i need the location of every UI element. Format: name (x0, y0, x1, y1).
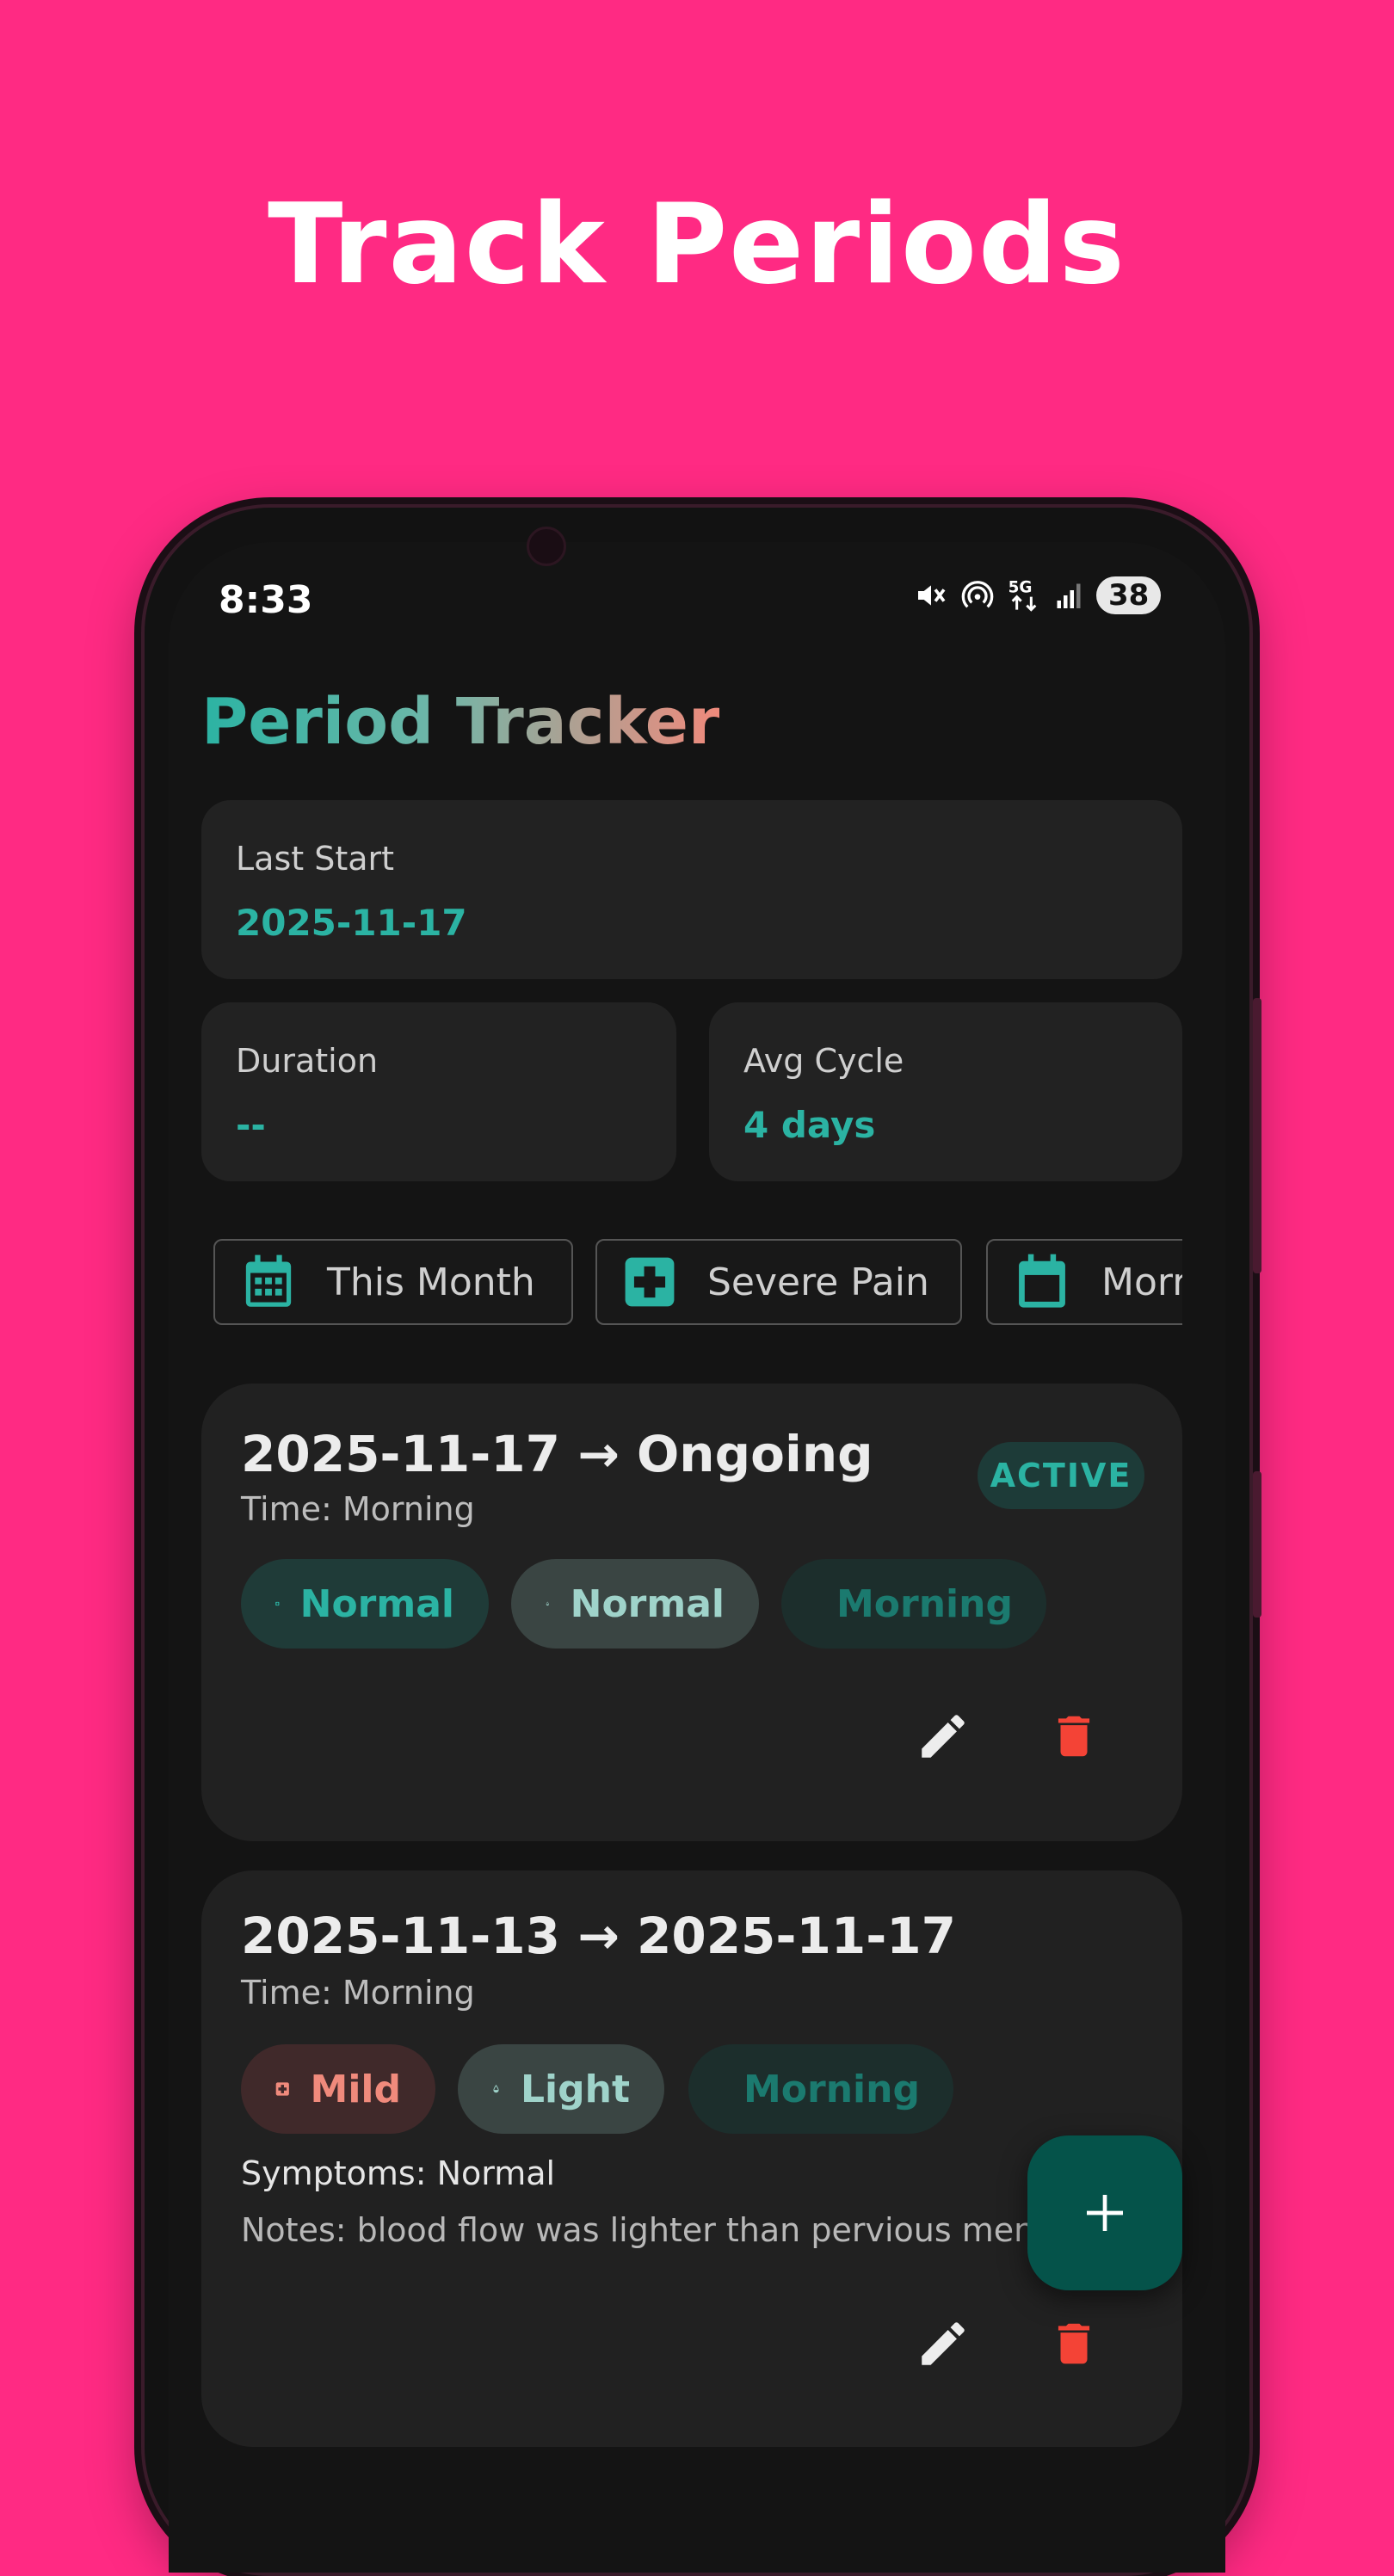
delete-button[interactable] (1039, 2309, 1108, 2378)
pencil-icon (922, 1715, 965, 1758)
promo-headline: Track Periods (268, 181, 1126, 309)
time-of-day-pill: Morning (781, 1559, 1046, 1649)
period-card[interactable]: 2025-11-17 → Ongoing ACTIVE Time: Mornin… (201, 1384, 1182, 1841)
battery-indicator: 38 (1096, 576, 1162, 614)
period-range: 2025-11-17 → Ongoing (241, 1425, 873, 1483)
symptoms-text: Symptoms: Normal (241, 2154, 556, 2192)
duration-value: -- (236, 1104, 266, 1146)
add-period-button[interactable] (1027, 2135, 1182, 2290)
filter-chip-this-month[interactable]: This Month (213, 1239, 573, 1325)
pain-pill: Normal (241, 1559, 489, 1649)
phone-side-button (1253, 998, 1261, 1273)
edit-button[interactable] (909, 1702, 978, 1771)
svg-text:5G: 5G (1008, 579, 1033, 597)
period-time: Time: Morning (241, 1490, 475, 1528)
droplet-icon (493, 2085, 499, 2093)
edit-button[interactable] (909, 2309, 978, 2378)
last-start-value: 2025-11-17 (236, 902, 467, 944)
droplet-icon (546, 1601, 549, 1606)
flow-pill: Light (458, 2044, 664, 2134)
filter-chip-label: This Month (327, 1260, 535, 1304)
status-time: 8:33 (219, 578, 313, 622)
pain-label: Mild (310, 2067, 401, 2111)
flow-label: Normal (570, 1581, 725, 1626)
pain-pill: Mild (241, 2044, 435, 2134)
signal-icon (1057, 583, 1081, 608)
duration-card: Duration -- (201, 1002, 676, 1181)
phone-side-button (1253, 1471, 1261, 1618)
hotspot-icon (961, 581, 994, 608)
calendar-grid-icon (245, 1254, 292, 1307)
plus-icon (1087, 2195, 1123, 2231)
duration-label: Duration (236, 1042, 379, 1080)
front-camera (527, 527, 566, 566)
trash-icon (1058, 2323, 1090, 2364)
trash-icon (1058, 1716, 1090, 1757)
period-range: 2025-11-13 → 2025-11-17 (241, 1907, 956, 1965)
app-title: Period Tracker (201, 685, 720, 759)
flow-pill: Normal (511, 1559, 759, 1649)
status-badge: ACTIVE (978, 1442, 1144, 1509)
delete-button[interactable] (1039, 1702, 1108, 1771)
avg-cycle-value: 4 days (743, 1104, 876, 1146)
status-icons: 5G 38 (914, 576, 1162, 614)
flow-label: Light (521, 2067, 630, 2111)
filter-chip-row[interactable]: This Month Severe Pain Morr (201, 1222, 1182, 1342)
notes-text: Notes: blood flow was lighter than pervi… (241, 2211, 1067, 2249)
time-of-day-pill: Morning (688, 2044, 953, 2134)
pencil-icon (922, 2322, 965, 2365)
avg-cycle-card: Avg Cycle 4 days (709, 1002, 1182, 1181)
medical-cross-icon (275, 2082, 289, 2096)
time-of-day-label: Morning (836, 1581, 1013, 1626)
filter-chip-label: Severe Pain (707, 1260, 929, 1304)
mute-vibrate-icon (918, 585, 946, 606)
5g-icon: 5G (1008, 579, 1037, 612)
last-start-label: Last Start (236, 840, 395, 878)
filter-chip-severe-pain[interactable]: Severe Pain (595, 1239, 962, 1325)
medical-cross-icon (275, 1601, 280, 1606)
pain-label: Normal (299, 1581, 454, 1626)
medical-cross-icon (625, 1257, 675, 1307)
last-start-card: Last Start 2025-11-17 (201, 800, 1182, 979)
time-of-day-label: Morning (743, 2067, 920, 2111)
calendar-icon (1019, 1254, 1065, 1308)
filter-chip-label: Morr (1101, 1260, 1182, 1304)
filter-chip-morning[interactable]: Morr (986, 1239, 1182, 1325)
period-time: Time: Morning (241, 1974, 475, 2012)
avg-cycle-label: Avg Cycle (743, 1042, 904, 1080)
